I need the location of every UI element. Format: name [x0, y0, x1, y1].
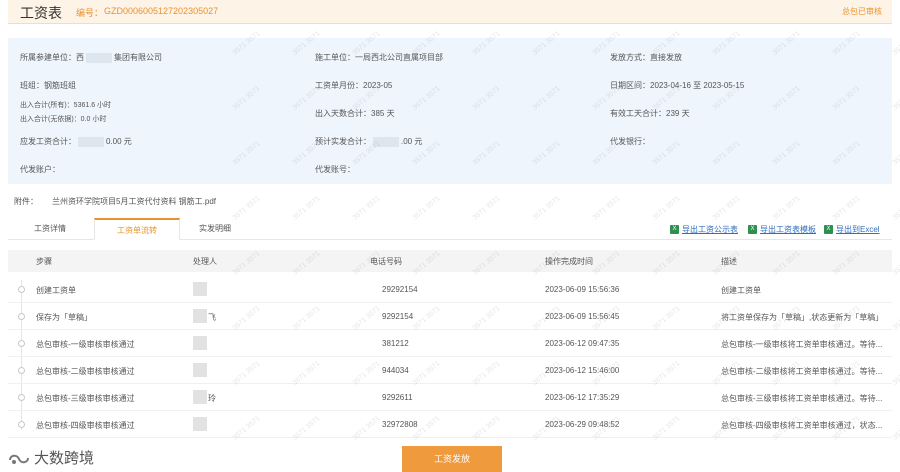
page-header: 工资表 编号： GZD00060051272023050​27 总包已审核: [8, 0, 892, 24]
pay-method-field: 发放方式：直接发放: [610, 53, 682, 62]
masked-handler: [193, 309, 207, 323]
attend-noeff-field: 出入合计(无依据)：0.0 小时: [20, 116, 107, 123]
attachment-file-link[interactable]: 兰州资环学院项目5月工资代付资料 钢筋工.pdf: [52, 197, 216, 206]
page-title: 工资表: [20, 5, 62, 21]
timeline-dot: [18, 340, 25, 347]
column-header: 操作完成时间: [545, 257, 593, 266]
masked-handler: [193, 417, 207, 431]
watermark-text: 3571 3571: [891, 30, 900, 57]
table-row: 总包审核-一级审核审核通过 381212 2023-06-12 09:47:35…: [8, 330, 892, 357]
masked-text: [86, 52, 112, 63]
table-row: 保存为「草稿」 飞 9292154 2023-06-09 15:56:45 将工…: [8, 303, 892, 330]
column-header: 电话号码: [370, 257, 402, 266]
table-row: 创建工资单 29292154 2023-06-09 15:56:36 创建工资单: [8, 276, 892, 303]
excel-icon: X: [824, 225, 833, 235]
table-row: 总包审核-二级审核审核通过 944034 2023-06-12 15:46:00…: [8, 357, 892, 384]
attend-all-field: 出入合计(所有)：5361.6 小时: [20, 102, 112, 109]
timeline-dot: [18, 367, 25, 374]
attachment-row: 附件： 兰州资环学院项目5月工资代付资料 钢筋工.pdf: [14, 196, 216, 207]
column-header: 处理人: [193, 257, 217, 266]
construction-unit-field: 施工单位：一局西北公司直属项目部: [315, 53, 443, 62]
status-badge: 总包已审核: [842, 7, 882, 16]
excel-icon: X: [748, 225, 757, 235]
excel-icon: X: [670, 225, 679, 235]
team-field: 班组：钢筋班组: [20, 81, 76, 90]
watermark-text: 3571 3571: [891, 85, 900, 112]
masked-handler: [193, 282, 207, 296]
watermark-text: 3571 3571: [891, 250, 900, 277]
brand-logo-icon: [9, 454, 29, 464]
table-row: 总包审核-四级审核审核通过 32972808 2023-06-29 09:48:…: [8, 411, 892, 438]
account-field: 代发账户：: [20, 165, 60, 174]
code-label: 编号：: [76, 8, 104, 18]
date-range-field: 日期区间：2023-04-16 至 2023-05-15: [610, 81, 745, 90]
account-no-field: 代发账号：: [315, 165, 355, 174]
watermark-text: 3571 3571: [891, 195, 900, 222]
masked-text: [373, 136, 399, 147]
pay-salary-button[interactable]: 工资发放: [402, 446, 502, 472]
watermark-text: 3571 3571: [891, 140, 900, 167]
timeline-dot: [18, 313, 25, 320]
export-excel-link[interactable]: X 导出到Excel: [824, 224, 880, 235]
tab-payroll-details[interactable]: 工资详情: [8, 218, 92, 240]
masked-handler: [193, 363, 207, 377]
tab-bar: 工资详情 工资单流转 实发明细 X 导出工资公示表 X 导出工资表模板 X 导出到Ex…: [8, 218, 892, 240]
timeline-dot: [18, 394, 25, 401]
work-days-field: 有效工天合计：239 天: [610, 109, 690, 118]
tab-actual-details[interactable]: 实发明细: [180, 218, 250, 240]
column-header: 描述: [721, 257, 737, 266]
month-field: 工资单月份：2023-05: [315, 81, 393, 90]
timeline-dot: [18, 421, 25, 428]
table-header: 步骤 处理人 电话号码 操作完成时间 描述: [8, 250, 892, 272]
masked-text: [78, 136, 104, 147]
masked-handler: [193, 336, 207, 350]
watermark-text: 3571 3571: [891, 305, 900, 332]
timeline-dot: [18, 286, 25, 293]
unit-field: 所属参建单位：西 集团有限公司: [20, 52, 162, 63]
payroll-code: GZD00060051272023050​27: [104, 6, 219, 16]
table-row: 总包审核-三级审核审核通过 玲 9292611 2023-06-12 17:35…: [8, 384, 892, 411]
should-pay-field: 应发工资合计： 0.00 元: [20, 136, 132, 147]
watermark-text: 3571 3571: [891, 415, 900, 442]
masked-handler: [193, 390, 207, 404]
days-field: 出入天数合计：385 天: [315, 109, 395, 118]
real-pay-field: 预计实发合计： .00 元: [315, 136, 423, 147]
export-publicity-link[interactable]: X 导出工资公示表: [670, 224, 738, 235]
watermark-text: 3571 3571: [891, 360, 900, 387]
bank-field: 代发银行：: [610, 137, 650, 146]
payroll-info-panel: 所属参建单位：西 集团有限公司 施工单位：一局西北公司直属项目部 发放方式：直接发…: [8, 38, 892, 184]
tab-payroll-flow[interactable]: 工资单流转: [94, 218, 180, 240]
column-header: 步骤: [36, 257, 52, 266]
attachment-label: 附件：: [14, 197, 38, 206]
brand-logo: 大数跨境: [8, 447, 94, 468]
export-template-link[interactable]: X 导出工资表模板: [748, 224, 816, 235]
